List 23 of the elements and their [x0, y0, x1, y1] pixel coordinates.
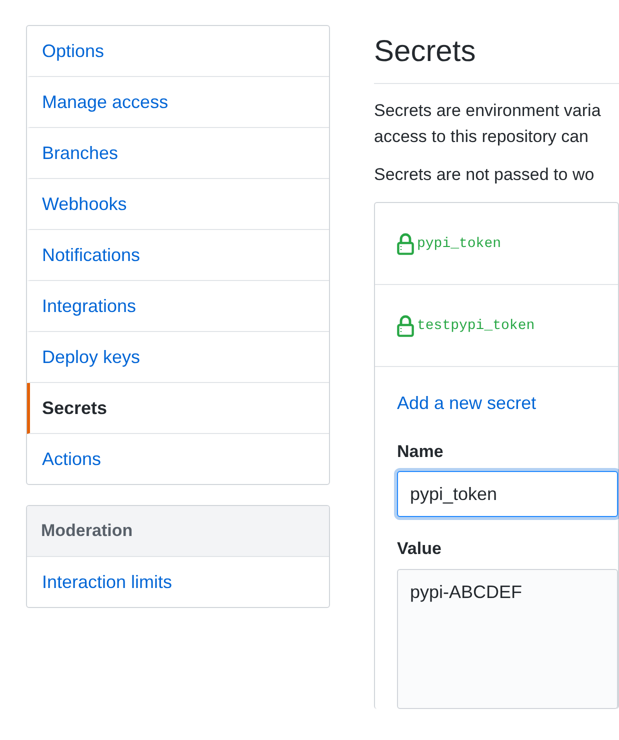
secret-name: pypi_token [417, 236, 502, 252]
nav-item[interactable]: Secrets [27, 383, 329, 434]
nav-item[interactable]: Interaction limits [27, 557, 329, 607]
name-input-field[interactable]: pypi_token [397, 471, 618, 517]
lock-icon [397, 314, 414, 336]
secret-name: testpypi_token [417, 318, 535, 334]
description-text: Secrets are not passed to wo [374, 164, 596, 186]
field-label: Name [397, 442, 444, 462]
nav-item[interactable]: Manage access [27, 77, 329, 128]
nav-item[interactable]: Integrations [27, 281, 329, 332]
nav-item[interactable]: Options [27, 26, 329, 77]
nav-item[interactable]: Actions [27, 434, 329, 484]
nav-item[interactable]: Branches [27, 128, 329, 179]
nav-item[interactable]: Deploy keys [27, 332, 329, 383]
lock-icon [397, 232, 414, 254]
add-secret-link[interactable]: Add a new secret [397, 393, 536, 413]
nav-item[interactable]: Notifications [27, 230, 329, 281]
description-text: Secrets are environment varia access to this repository can [374, 100, 602, 148]
page-title: Secrets [374, 35, 619, 84]
nav-heading: Moderation [27, 506, 329, 557]
field-label: Value [397, 539, 442, 559]
value-text-area[interactable]: pypi-ABCDEF [397, 569, 618, 709]
nav-item[interactable]: Webhooks [27, 179, 329, 230]
